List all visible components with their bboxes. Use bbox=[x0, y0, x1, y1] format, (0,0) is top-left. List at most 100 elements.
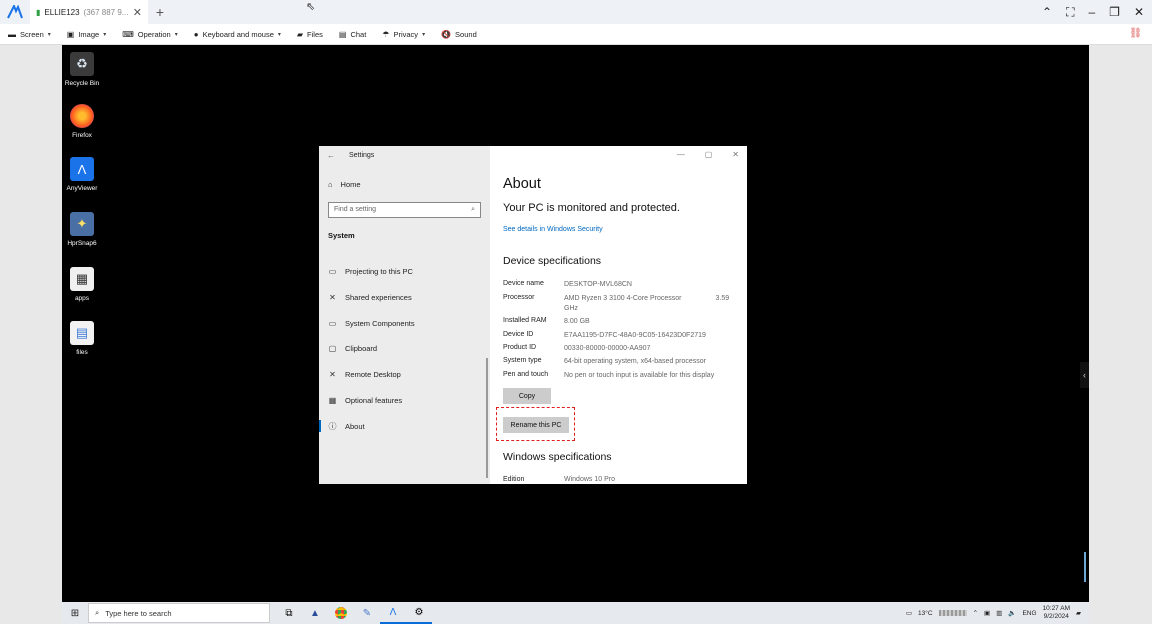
spec-row: System type 64-bit operating system, x64-… bbox=[503, 357, 707, 365]
desktop-icon-files[interactable]: ▤ files bbox=[60, 321, 104, 356]
nav-item-shared-experiences[interactable]: ✕ Shared experiences bbox=[328, 293, 412, 302]
nav-active-indicator bbox=[319, 420, 321, 432]
close-icon[interactable]: ✕ bbox=[1134, 5, 1144, 19]
volume-icon[interactable]: 🔈 bbox=[1008, 609, 1016, 617]
hd-icon: ▣ bbox=[66, 29, 75, 39]
weather-icon: ▭ bbox=[905, 610, 913, 617]
toolbar-privacy[interactable]: ☂ Privacy ▾ bbox=[382, 30, 425, 39]
app-titlebar: ▮ ELLIE123 (367 887 9... ✕ + ⌃ ⛶ – ❐ ✕ ⇖ bbox=[0, 0, 1152, 24]
toolbar-chat[interactable]: ▤ Chat bbox=[339, 30, 366, 39]
anyviewer-logo-icon[interactable] bbox=[0, 0, 30, 24]
nav-item-about[interactable]: ⓘ About bbox=[328, 421, 365, 432]
windows-start-icon[interactable]: ⊞ bbox=[62, 602, 88, 624]
nav-item-optional-features[interactable]: ▦ Optional features bbox=[328, 396, 402, 405]
settings-window: ← Settings ⌂ Home Find a setting ⌕ Syste… bbox=[319, 146, 747, 484]
recycle-bin-icon: ♻ bbox=[70, 52, 94, 76]
side-panel-toggle-icon[interactable]: ‹ bbox=[1080, 362, 1089, 388]
toolbar-operation[interactable]: ⌨ Operation ▾ bbox=[122, 30, 178, 39]
desktop-icon-hprsnap6[interactable]: ✦ HprSnap6 bbox=[60, 212, 104, 247]
toolbar-image[interactable]: ▣ Image ▾ bbox=[67, 30, 106, 39]
find-setting-input[interactable]: Find a setting ⌕ bbox=[328, 202, 481, 218]
settings-title: Settings bbox=[349, 152, 375, 159]
chevron-down-icon: ▾ bbox=[174, 31, 178, 38]
toolbar-keyboard-and-mouse[interactable]: ● Keyboard and mouse ▾ bbox=[194, 30, 281, 39]
notifications-icon[interactable]: ▰ bbox=[1076, 609, 1081, 617]
nav-item-clipboard[interactable]: ▢ Clipboard bbox=[328, 344, 377, 353]
disconnect-icon[interactable]: ⛓ bbox=[1129, 28, 1142, 39]
nav-home[interactable]: ⌂ Home bbox=[328, 180, 361, 189]
firefox-icon bbox=[70, 104, 94, 128]
hypersnap-icon: ✦ bbox=[70, 212, 94, 236]
system-tray: ▭ 13°C ⌃ ▣ ▥ 🔈 ENG 10:27 AM 9/2/2024 ▰ bbox=[906, 602, 1081, 624]
edition-row: Edition Windows 10 Pro bbox=[503, 476, 615, 483]
chevron-down-icon: ▾ bbox=[277, 31, 281, 38]
windows-taskbar: ⊞ ⌕ Type here to search ⧉ ▲ ✎ Λ ⚙ ▭ 13°C… bbox=[62, 602, 1089, 624]
keyboard-icon: ⌨ bbox=[122, 29, 134, 39]
restore-icon[interactable]: ❐ bbox=[1109, 5, 1120, 19]
weather-temp: 13°C bbox=[918, 609, 933, 617]
search-icon: ⌕ bbox=[471, 206, 475, 213]
copy-button[interactable]: Copy bbox=[503, 388, 551, 404]
chrome-icon[interactable] bbox=[328, 602, 354, 624]
tab-session[interactable]: ▮ ELLIE123 (367 887 9... ✕ bbox=[30, 0, 148, 24]
hypersnap-taskbar-icon[interactable]: ✎ bbox=[354, 602, 380, 624]
nav-item-system-components[interactable]: ▭ System Components bbox=[328, 319, 415, 328]
network-icon[interactable]: ▥ bbox=[996, 609, 1002, 617]
desktop-icon-anyviewer[interactable]: Λ AnyViewer bbox=[60, 157, 104, 192]
nav-item-icon: ✕ bbox=[329, 370, 336, 379]
toolbar-screen[interactable]: ▬ Screen ▾ bbox=[8, 30, 51, 39]
spec-row: Product ID 00330-80000-00000-AA907 bbox=[503, 344, 651, 352]
apps-icon: ▦ bbox=[70, 267, 94, 291]
spec-row: Installed RAM 8.00 GB bbox=[503, 317, 590, 325]
chevron-down-icon: ▾ bbox=[422, 31, 426, 38]
anyviewer-taskbar-icon[interactable]: Λ bbox=[380, 602, 406, 624]
close-icon[interactable]: ✕ bbox=[732, 150, 739, 159]
folder-icon: ▰ bbox=[296, 29, 304, 39]
toolbar-sound[interactable]: 🔇 Sound bbox=[441, 30, 477, 39]
toolbar-files[interactable]: ▰ Files bbox=[297, 30, 323, 39]
back-arrow-icon[interactable]: ← bbox=[327, 151, 335, 160]
protection-status: Your PC is monitored and protected. bbox=[503, 202, 680, 214]
nav-item-projecting-to-this-pc[interactable]: ▭ Projecting to this PC bbox=[328, 267, 413, 276]
store-icon[interactable]: ▲ bbox=[302, 602, 328, 624]
settings-gear-icon[interactable]: ⚙ bbox=[406, 602, 432, 624]
desktop-icon-recycle-bin[interactable]: ♻ Recycle Bin bbox=[60, 52, 104, 87]
fullscreen-icon[interactable]: ⛶ bbox=[1066, 5, 1074, 20]
tray-app-icon[interactable]: ▣ bbox=[984, 609, 990, 617]
about-content: — ▢ ✕ About Your PC is monitored and pro… bbox=[490, 146, 747, 484]
desktop-icon-apps[interactable]: ▦ apps bbox=[60, 267, 104, 302]
nav-item-remote-desktop[interactable]: ✕ Remote Desktop bbox=[328, 370, 401, 379]
nav-item-icon: ⓘ bbox=[328, 422, 337, 431]
chevron-up-icon[interactable]: ⌃ bbox=[1042, 5, 1052, 19]
spec-row: Device name DESKTOP-MVL68CN bbox=[503, 280, 632, 288]
weather-text-blurred bbox=[938, 610, 967, 616]
chevron-down-icon: ▾ bbox=[47, 31, 51, 38]
nav-scrollbar[interactable] bbox=[486, 358, 488, 478]
search-icon: ⌕ bbox=[95, 608, 100, 617]
umbrella-icon: ☂ bbox=[382, 29, 390, 39]
windows-spec-heading: Windows specifications bbox=[503, 451, 612, 463]
tab-name: ELLIE123 bbox=[44, 7, 80, 17]
scroll-indicator bbox=[1084, 552, 1086, 582]
minimize-icon[interactable]: – bbox=[1088, 5, 1095, 19]
chat-icon: ▤ bbox=[338, 29, 347, 39]
taskbar-search-input[interactable]: ⌕ Type here to search bbox=[88, 603, 270, 623]
desktop-icon-firefox[interactable]: Firefox bbox=[60, 104, 104, 139]
nav-item-icon: ▢ bbox=[328, 344, 337, 353]
rename-pc-button[interactable]: Rename this PC bbox=[503, 417, 569, 433]
nav-item-icon: ▭ bbox=[328, 319, 337, 328]
minimize-icon[interactable]: — bbox=[677, 150, 685, 159]
maximize-icon[interactable]: ▢ bbox=[705, 150, 713, 159]
clock[interactable]: 10:27 AM 9/2/2024 bbox=[1043, 605, 1070, 621]
language-indicator[interactable]: ENG bbox=[1022, 610, 1036, 617]
files-icon: ▤ bbox=[70, 321, 94, 345]
task-view-icon[interactable]: ⧉ bbox=[276, 602, 302, 624]
anyviewer-icon: Λ bbox=[70, 157, 94, 181]
security-details-link[interactable]: See details in Windows Security bbox=[503, 226, 603, 233]
settings-nav: ← Settings ⌂ Home Find a setting ⌕ Syste… bbox=[319, 146, 490, 484]
chevron-up-icon[interactable]: ⌃ bbox=[973, 609, 978, 617]
mouse-cursor-icon: ⇖ bbox=[306, 1, 316, 13]
close-tab-icon[interactable]: ✕ bbox=[133, 6, 142, 19]
remote-left-margin bbox=[0, 45, 62, 624]
new-tab-button[interactable]: + bbox=[148, 4, 172, 20]
